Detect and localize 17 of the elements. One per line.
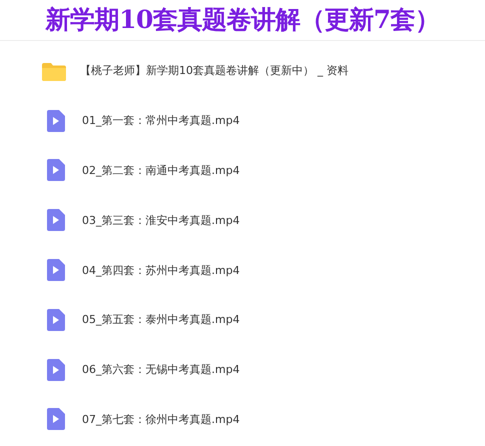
video-file-icon (47, 159, 65, 182)
file-name[interactable]: 01_第一套：常州中考真题.mp4 (82, 113, 240, 128)
folder-icon (42, 60, 66, 81)
file-name[interactable]: 04_第四套：苏州中考真题.mp4 (82, 262, 240, 278)
video-file-icon (47, 259, 65, 282)
file-name[interactable]: 03_第三套：淮安中考真题.mp4 (82, 212, 240, 228)
page-title: 新学期10套真题卷讲解（更新7套） (46, 4, 440, 36)
video-file-icon (47, 408, 65, 430)
file-name[interactable]: 07_第七套：徐州中考真题.mp4 (82, 412, 240, 427)
file-name[interactable]: 06_第六套：无锡中考真题.mp4 (82, 362, 240, 378)
video-file-icon (47, 308, 65, 331)
video-file-icon (47, 209, 65, 232)
video-file-icon (47, 358, 65, 381)
file-name[interactable]: 02_第二套：南通中考真题.mp4 (82, 162, 240, 178)
file-name[interactable]: 05_第五套：泰州中考真题.mp4 (82, 312, 240, 328)
folder-name[interactable]: 【桃子老师】新学期10套真题卷讲解（更新中） _ 资料 (80, 63, 348, 78)
video-file-icon (47, 110, 65, 132)
